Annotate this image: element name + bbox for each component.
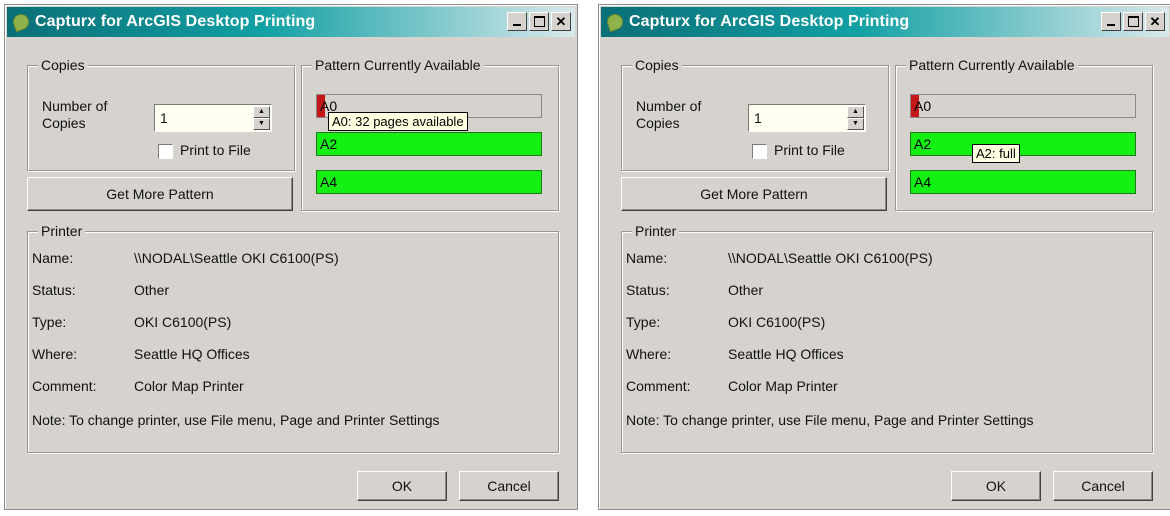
printer-group-label: Printer: [38, 223, 86, 239]
printer-status-key: Status:: [32, 282, 76, 298]
printer-where-key: Where:: [626, 346, 672, 362]
arrow-up-icon: ▲: [852, 108, 859, 115]
stepper-up-button[interactable]: ▲: [253, 106, 270, 118]
printer-type-key: Type:: [32, 314, 67, 330]
number-of-copies-label: Number of Copies: [636, 98, 702, 131]
copies-group: Copies Number of Copies 1 ▲ ▼ Print to F…: [27, 57, 295, 171]
stepper-down-button[interactable]: ▼: [253, 118, 270, 130]
close-button[interactable]: ✕: [551, 12, 571, 31]
printer-comment-value: Color Map Printer: [728, 378, 838, 394]
pattern-a2-label: A2: [914, 136, 932, 152]
maximize-icon: [534, 16, 545, 27]
get-more-pattern-button[interactable]: Get More Pattern: [621, 177, 887, 211]
printer-type-value: OKI C6100(PS): [134, 314, 232, 330]
number-of-copies-value[interactable]: 1: [160, 110, 168, 126]
maximize-icon: [1128, 16, 1139, 27]
pattern-a2-bar[interactable]: A2: [910, 132, 1136, 156]
copies-group: Copies Number of Copies 1 ▲ ▼ Print to F…: [621, 57, 889, 171]
maximize-button[interactable]: [1123, 12, 1143, 31]
printer-type-key: Type:: [626, 314, 661, 330]
stepper-buttons: ▲ ▼: [253, 106, 270, 130]
number-of-copies-stepper[interactable]: 1 ▲ ▼: [154, 104, 272, 132]
printer-status-value: Other: [134, 282, 170, 298]
window-controls: ✕: [1101, 12, 1165, 31]
minimize-icon: [1107, 24, 1115, 26]
printer-status-value: Other: [728, 282, 764, 298]
window-title: Capturx for ArcGIS Desktop Printing: [629, 13, 910, 30]
close-icon: ✕: [555, 14, 567, 29]
pattern-a4-label: A4: [320, 174, 338, 190]
printer-status-key: Status:: [626, 282, 670, 298]
title-bar[interactable]: Capturx for ArcGIS Desktop Printing ✕: [601, 7, 1169, 37]
printer-group: Printer Name: \\NODAL\Seattle OKI C6100(…: [621, 223, 1153, 453]
pattern-a0-bar[interactable]: A0: [910, 94, 1136, 118]
printer-comment-key: Comment:: [626, 378, 691, 394]
number-of-copies-label: Number of Copies: [42, 98, 108, 131]
printer-where-key: Where:: [32, 346, 78, 362]
copies-group-label: Copies: [632, 57, 682, 73]
print-dialog-1: Capturx for ArcGIS Desktop Printing ✕ Co…: [4, 4, 578, 510]
arrow-down-icon: ▼: [852, 120, 859, 127]
pattern-tooltip: A0: 32 pages available: [328, 112, 468, 131]
printer-name-value: \\NODAL\Seattle OKI C6100(PS): [728, 250, 933, 266]
window-title: Capturx for ArcGIS Desktop Printing: [35, 13, 316, 30]
printer-name-key: Name:: [626, 250, 668, 266]
window-controls: ✕: [507, 12, 571, 31]
arrow-down-icon: ▼: [258, 120, 265, 127]
printer-name-value: \\NODAL\Seattle OKI C6100(PS): [134, 250, 339, 266]
ok-button[interactable]: OK: [951, 471, 1041, 501]
pattern-tooltip: A2: full: [972, 144, 1020, 163]
printer-group-label: Printer: [632, 223, 680, 239]
pattern-a2-bar[interactable]: A2: [316, 132, 542, 156]
printer-name-key: Name:: [32, 250, 74, 266]
printer-where-value: Seattle HQ Offices: [728, 346, 844, 362]
printer-note: Note: To change printer, use File menu, …: [32, 412, 440, 428]
pattern-a4-bar[interactable]: A4: [910, 170, 1136, 194]
maximize-button[interactable]: [529, 12, 549, 31]
title-bar[interactable]: Capturx for ArcGIS Desktop Printing ✕: [7, 7, 575, 37]
pattern-available-group: Pattern Currently Available A0 A2 A4 A0:…: [301, 57, 559, 211]
stepper-buttons: ▲ ▼: [847, 106, 864, 130]
ok-button[interactable]: OK: [357, 471, 447, 501]
cancel-button[interactable]: Cancel: [1053, 471, 1153, 501]
print-dialog-2: Capturx for ArcGIS Desktop Printing ✕ Co…: [598, 4, 1170, 510]
pattern-a4-label: A4: [914, 174, 932, 190]
close-button[interactable]: ✕: [1145, 12, 1165, 31]
copies-group-label: Copies: [38, 57, 88, 73]
number-of-copies-value[interactable]: 1: [754, 110, 762, 126]
printer-type-value: OKI C6100(PS): [728, 314, 826, 330]
printer-note: Note: To change printer, use File menu, …: [626, 412, 1034, 428]
pattern-available-group: Pattern Currently Available A0 A2 A4 A2:…: [895, 57, 1153, 211]
pattern-group-label: Pattern Currently Available: [312, 57, 484, 73]
cancel-button[interactable]: Cancel: [459, 471, 559, 501]
print-to-file-label[interactable]: Print to File: [774, 142, 845, 158]
stepper-up-button[interactable]: ▲: [847, 106, 864, 118]
capturx-app-icon: [10, 11, 32, 33]
printer-comment-value: Color Map Printer: [134, 378, 244, 394]
stepper-down-button[interactable]: ▼: [847, 118, 864, 130]
printer-group: Printer Name: \\NODAL\Seattle OKI C6100(…: [27, 223, 559, 453]
printer-comment-key: Comment:: [32, 378, 97, 394]
pattern-a4-bar[interactable]: A4: [316, 170, 542, 194]
get-more-pattern-button[interactable]: Get More Pattern: [27, 177, 293, 211]
pattern-group-label: Pattern Currently Available: [906, 57, 1078, 73]
number-of-copies-stepper[interactable]: 1 ▲ ▼: [748, 104, 866, 132]
print-to-file-checkbox[interactable]: [752, 144, 767, 159]
close-icon: ✕: [1149, 14, 1161, 29]
print-to-file-label[interactable]: Print to File: [180, 142, 251, 158]
pattern-a0-label: A0: [914, 98, 932, 114]
arrow-up-icon: ▲: [258, 108, 265, 115]
minimize-icon: [513, 24, 521, 26]
capturx-app-icon: [604, 11, 626, 33]
print-to-file-checkbox[interactable]: [158, 144, 173, 159]
pattern-a2-label: A2: [320, 136, 338, 152]
minimize-button[interactable]: [507, 12, 527, 31]
printer-where-value: Seattle HQ Offices: [134, 346, 250, 362]
minimize-button[interactable]: [1101, 12, 1121, 31]
